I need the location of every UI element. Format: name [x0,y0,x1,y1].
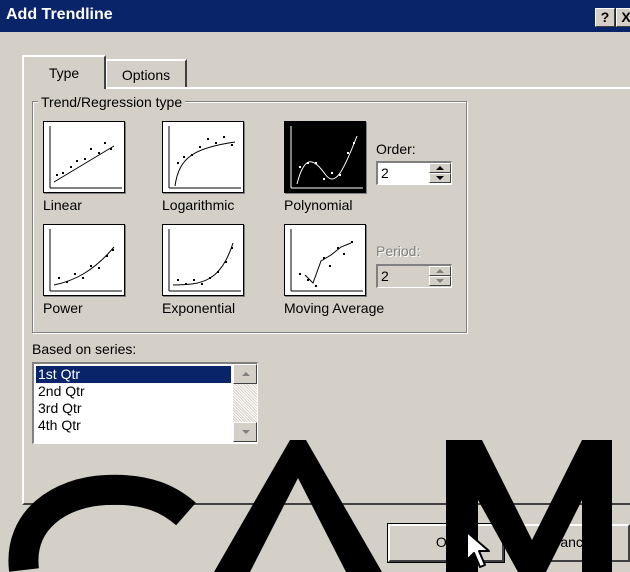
scroll-down-button[interactable] [233,422,257,442]
series-item[interactable]: 2nd Qtr [36,383,231,400]
polynomial-type-option[interactable] [284,121,366,193]
moving-average-label: Moving Average [284,300,385,316]
tab-options-label: Options [121,67,171,83]
arrow-down-icon [242,430,250,434]
close-button[interactable]: X [616,8,630,27]
polynomial-label: Polynomial [284,197,353,213]
arrow-down-icon [436,279,444,283]
series-scrollbar[interactable] [233,364,257,442]
tab-options[interactable]: Options [105,59,187,87]
exponential-label: Exponential [162,300,236,316]
series-item[interactable]: 1st Qtr [35,365,232,384]
linear-type-option[interactable] [43,121,125,193]
period-decrement-button [429,276,451,286]
logarithmic-label: Logarithmic [162,197,235,213]
moving-average-type-option[interactable] [284,224,366,296]
mouse-pointer-icon [466,531,490,568]
trend-type-group-label: Trend/Regression type [38,94,186,110]
polynomial-chart-icon [290,126,363,189]
arrow-up-icon [436,166,444,170]
logarithmic-type-option[interactable] [162,121,244,193]
period-value: 2 [381,268,389,284]
moving-average-chart-icon [290,229,363,292]
period-increment-button [429,266,451,276]
tab-type-label: Type [48,65,80,81]
power-type-option[interactable] [43,224,125,296]
period-label: Period: [376,243,421,259]
title-bar[interactable]: Add Trendline ? X [0,0,630,32]
cancel-button[interactable]: Cancel [514,524,630,562]
power-chart-icon [49,229,122,292]
order-decrement-button[interactable] [429,173,451,183]
order-increment-button[interactable] [429,163,451,173]
power-label: Power [43,300,83,316]
exponential-chart-icon [168,229,241,292]
help-button[interactable]: ? [595,8,615,27]
linear-chart-icon [49,126,122,189]
order-value: 2 [381,165,389,181]
scroll-up-button[interactable] [233,364,257,384]
dialog-title: Add Trendline [6,6,113,23]
add-trendline-dialog: Add Trendline ? X Type Options Trend/Reg… [0,0,630,572]
linear-label: Linear [43,197,82,213]
series-item[interactable]: 3rd Qtr [36,400,231,417]
series-item[interactable]: 4th Qtr [36,417,231,434]
period-spinner: 2 [376,264,452,288]
series-listbox[interactable]: 1st Qtr 2nd Qtr 3rd Qtr 4th Qtr [32,362,258,444]
arrow-up-icon [436,269,444,273]
order-spinner[interactable]: 2 [376,161,452,185]
tab-type[interactable]: Type [22,55,106,89]
logarithmic-chart-icon [168,126,241,189]
arrow-up-icon [242,372,250,376]
arrow-down-icon [436,176,444,180]
order-label: Order: [376,141,416,157]
series-label: Based on series: [32,341,137,357]
exponential-type-option[interactable] [162,224,244,296]
